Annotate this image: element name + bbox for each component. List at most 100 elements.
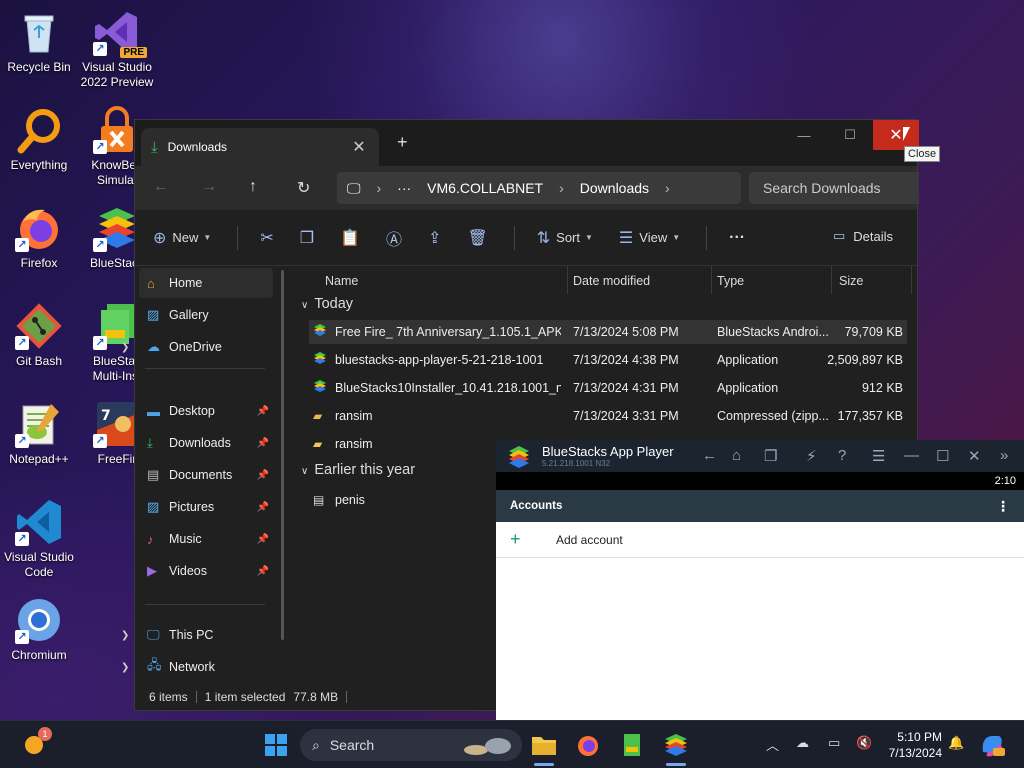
address-overflow[interactable]: ··· xyxy=(397,180,411,196)
more-options-button[interactable]: ··· xyxy=(729,229,745,247)
start-button[interactable] xyxy=(260,729,292,761)
maximize-button[interactable]: ☐ xyxy=(936,447,949,465)
system-clock[interactable]: 5:10 PM 7/13/2024 xyxy=(880,729,942,761)
sidebar-item-network[interactable]: ❯ 🖧 Network xyxy=(121,652,273,682)
notification-bell-icon[interactable]: 🔔 xyxy=(948,735,964,751)
column-divider[interactable] xyxy=(831,266,832,294)
chevron-down-icon: ▼ xyxy=(672,233,681,242)
pin-icon[interactable]: 📌 xyxy=(257,470,269,481)
copilot-button[interactable] xyxy=(976,729,1008,761)
sidebar-item-gallery[interactable]: ▨ Gallery xyxy=(139,300,273,330)
file-row[interactable]: ▰ ransim 7/13/2024 3:31 PM Compressed (z… xyxy=(309,404,907,428)
sidebar-item-music[interactable]: ♪ Music 📌 xyxy=(139,524,273,554)
column-divider[interactable] xyxy=(911,266,912,294)
recent-apps-icon[interactable]: ❐ xyxy=(764,447,777,465)
address-bar[interactable]: 🖵 › ··· VM6.COLLABNET › Downloads › xyxy=(337,172,741,204)
display-icon[interactable]: ▭ xyxy=(828,735,840,751)
desktop-icon-chromium[interactable]: ↗ Chromium xyxy=(0,596,78,663)
file-row[interactable]: Free Fire_ 7th Anniversary_1.105.1_APKPu… xyxy=(309,320,907,344)
clock-time: 5:10 PM xyxy=(897,730,942,744)
taskbar-file-explorer[interactable] xyxy=(528,729,560,761)
add-account-item[interactable]: + Add account xyxy=(496,522,1024,558)
taskbar-bluestacks[interactable] xyxy=(660,729,692,761)
desktop-icon-everything[interactable]: Everything xyxy=(0,106,78,173)
chevron-right-icon[interactable]: ❯ xyxy=(121,662,129,673)
pin-icon[interactable]: 📌 xyxy=(257,438,269,449)
expand-sidebar-icon[interactable]: » xyxy=(1000,447,1008,464)
sidebar-scrollbar[interactable] xyxy=(281,270,284,640)
sidebar-item-documents[interactable]: ▤ Documents 📌 xyxy=(139,460,273,490)
close-tab-button[interactable]: ✕ xyxy=(349,137,369,157)
performance-icon[interactable]: ⚡ xyxy=(806,447,817,465)
sidebar-item-downloads[interactable]: ⤓ Downloads 📌 xyxy=(139,428,273,458)
file-row[interactable]: bluestacks-app-player-5-21-218-1001 7/13… xyxy=(309,348,907,372)
search-input[interactable]: Search Downloads xyxy=(749,172,919,204)
column-header-size[interactable]: Size xyxy=(839,274,863,288)
rename-icon[interactable]: Ⓐ xyxy=(386,226,402,250)
overflow-menu-icon[interactable]: ⋮ xyxy=(996,498,1010,515)
share-icon[interactable]: ⇪ xyxy=(428,228,441,248)
desktop-icon-recycle-bin[interactable]: Recycle Bin xyxy=(0,8,78,75)
weather-widget[interactable]: 1 xyxy=(18,727,52,761)
sidebar-item-home[interactable]: ⌂ Home xyxy=(139,268,273,298)
copy-icon[interactable]: ❐ xyxy=(300,228,314,248)
view-button[interactable]: ☰ View ▼ xyxy=(619,228,680,248)
column-divider[interactable] xyxy=(711,266,712,294)
volume-muted-icon[interactable]: 🔇 xyxy=(856,735,872,751)
file-row[interactable]: BlueStacks10Installer_10.41.218.1001_nat… xyxy=(309,376,907,400)
desktop-icon-git-bash[interactable]: ↗ Git Bash xyxy=(0,302,78,369)
desktop-icon-visual-studio-2022-preview[interactable]: PRE ↗ Visual Studio 2022 Preview xyxy=(78,8,156,90)
column-header-type[interactable]: Type xyxy=(717,274,744,288)
refresh-button[interactable]: ↻ xyxy=(297,178,310,198)
bluestacks-title: BlueStacks App Player xyxy=(542,444,674,459)
back-button[interactable]: ← xyxy=(153,178,169,196)
chevron-right-icon[interactable]: ❯ xyxy=(121,630,129,641)
windows-logo-icon xyxy=(265,734,287,756)
minimize-button[interactable]: — xyxy=(781,120,827,150)
maximize-button[interactable]: ☐ xyxy=(827,120,873,150)
sidebar-item-this-pc[interactable]: ❯ 🖵 This PC xyxy=(121,620,273,650)
help-icon[interactable]: ? xyxy=(838,447,846,464)
breadcrumb-host[interactable]: VM6.COLLABNET xyxy=(427,180,543,196)
onedrive-cloud-icon[interactable]: ☁ xyxy=(796,735,809,751)
breadcrumb-folder[interactable]: Downloads xyxy=(580,180,649,196)
taskbar-bluestacks-multi-instance[interactable] xyxy=(616,729,648,761)
new-tab-button[interactable]: + xyxy=(397,132,408,153)
group-header-today[interactable]: ∨ Today xyxy=(301,296,353,312)
sidebar-item-desktop[interactable]: ▬ Desktop 📌 xyxy=(139,396,273,426)
sidebar-item-onedrive[interactable]: ❯ ☁ OneDrive xyxy=(121,332,273,362)
chevron-up-icon[interactable]: ︿ xyxy=(766,735,779,754)
desktop-icon-label: Visual Studio 2022 Preview xyxy=(80,60,154,89)
sidebar-item-videos[interactable]: ▶ Videos 📌 xyxy=(139,556,273,586)
paste-icon[interactable]: 📋 xyxy=(340,228,360,248)
group-header-earlier[interactable]: ∨ Earlier this year xyxy=(301,462,415,478)
column-divider[interactable] xyxy=(567,266,568,294)
pin-icon[interactable]: 📌 xyxy=(257,534,269,545)
back-arrow-icon[interactable]: ← xyxy=(702,447,717,464)
column-header-date[interactable]: Date modified xyxy=(573,274,650,288)
sort-button[interactable]: ⇅ Sort ▼ xyxy=(537,228,593,248)
minimize-button[interactable]: — xyxy=(904,447,919,464)
pin-icon[interactable]: 📌 xyxy=(257,566,269,577)
column-header-name[interactable]: Name xyxy=(325,274,358,288)
cut-icon[interactable]: ✂ xyxy=(260,228,273,248)
taskbar-search[interactable]: ⌕ Search xyxy=(300,729,522,761)
details-pane-button[interactable]: ▭ Details xyxy=(833,228,893,244)
up-button[interactable]: ↑ xyxy=(249,178,257,196)
close-button[interactable]: ✕ xyxy=(968,447,981,465)
home-icon[interactable]: ⌂ xyxy=(732,447,741,464)
toolbar-divider xyxy=(237,225,239,250)
desktop-icon-notepad-plus-plus[interactable]: ↗ Notepad++ xyxy=(0,400,78,467)
desktop-icon-firefox[interactable]: ↗ Firefox xyxy=(0,204,78,271)
pin-icon[interactable]: 📌 xyxy=(257,406,269,417)
delete-icon[interactable]: 🗑 xyxy=(467,228,487,248)
tab-downloads[interactable]: ⤓ Downloads ✕ xyxy=(141,128,379,166)
forward-button[interactable]: → xyxy=(201,178,217,196)
taskbar-firefox[interactable] xyxy=(572,729,604,761)
chevron-right-icon[interactable]: ❯ xyxy=(121,342,129,353)
desktop-icon-vscode[interactable]: ↗ Visual Studio Code xyxy=(0,498,78,580)
new-button[interactable]: ⊕ New ▼ xyxy=(153,228,211,248)
sidebar-item-pictures[interactable]: ▨ Pictures 📌 xyxy=(139,492,273,522)
pin-icon[interactable]: 📌 xyxy=(257,502,269,513)
menu-icon[interactable]: ☰ xyxy=(872,447,885,465)
